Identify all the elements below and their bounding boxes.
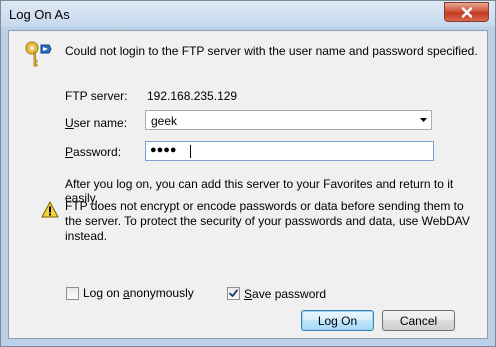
title-bar[interactable]: Log On As xyxy=(1,1,495,27)
keys-icon xyxy=(25,41,52,67)
username-combobox[interactable]: geek xyxy=(145,110,432,130)
save-password-label-text: ave password xyxy=(252,287,327,301)
save-password-accelerator: S xyxy=(244,287,253,301)
cancel-button[interactable]: Cancel xyxy=(382,310,455,331)
window-title: Log On As xyxy=(9,7,70,22)
error-message: Could not login to the FTP server with t… xyxy=(65,44,478,58)
password-label: Password: xyxy=(65,145,121,159)
anonymous-checkbox[interactable] xyxy=(66,287,79,300)
password-accelerator: P xyxy=(65,145,74,159)
logon-dialog: Log On As Could not login to the FTP ser… xyxy=(0,0,496,347)
text-caret xyxy=(190,145,191,158)
ftp-server-value: 192.168.235.129 xyxy=(147,89,238,103)
username-label: User name: xyxy=(65,116,127,130)
anonymous-label-pre: Log on xyxy=(83,286,124,300)
anonymous-label[interactable]: Log on anonymously xyxy=(83,286,194,300)
security-warning: FTP does not encrypt or encode passwords… xyxy=(65,199,470,243)
ftp-server-label: FTP server: xyxy=(65,89,128,103)
chevron-down-icon[interactable] xyxy=(420,118,427,122)
username-accelerator: U xyxy=(65,116,74,130)
password-masked-value: ●●●● xyxy=(150,144,177,156)
close-icon xyxy=(461,6,472,18)
save-password-label[interactable]: Save password xyxy=(244,287,326,301)
anonymous-label-post: nonymously xyxy=(129,286,194,300)
save-password-checkbox[interactable] xyxy=(227,287,240,300)
dialog-body: Could not login to the FTP server with t… xyxy=(8,30,488,339)
username-value: geek xyxy=(151,114,178,128)
anonymous-accelerator: a xyxy=(123,286,130,300)
log-on-button[interactable]: Log On xyxy=(301,310,374,331)
warning-icon xyxy=(41,201,59,218)
close-button[interactable] xyxy=(444,2,489,22)
check-icon xyxy=(229,289,238,297)
password-input[interactable]: ●●●● xyxy=(145,141,434,161)
username-label-text: ser name: xyxy=(73,116,128,130)
password-label-text: assword: xyxy=(73,145,122,159)
